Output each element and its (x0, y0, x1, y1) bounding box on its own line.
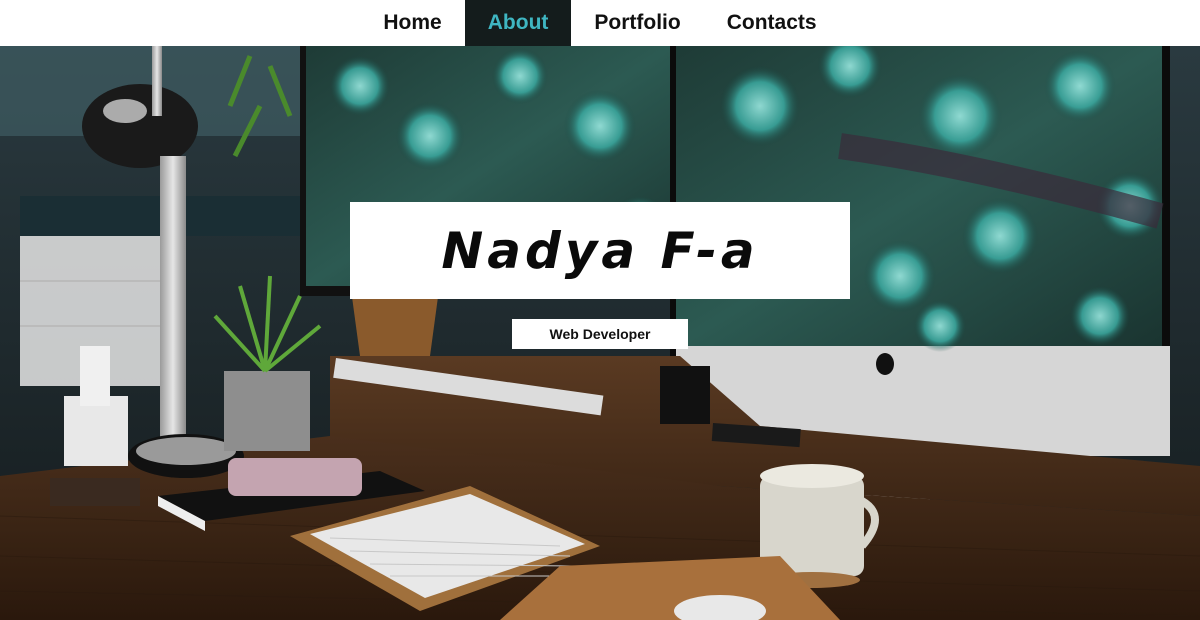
nav-contacts-link[interactable]: Contacts (704, 0, 840, 46)
hero-subtitle-box: Web Developer (512, 319, 688, 349)
nav-about-link[interactable]: About (464, 0, 572, 46)
hero-subtitle: Web Developer (549, 326, 651, 342)
nav-home-link[interactable]: Home (360, 0, 464, 46)
hero-title: Nadya F-a (441, 221, 759, 280)
top-navigation: Home About Portfolio Contacts (0, 0, 1200, 46)
hero-section: Nadya F-a Web Developer (0, 46, 1200, 620)
nav-portfolio-link[interactable]: Portfolio (571, 0, 703, 46)
hero-title-box: Nadya F-a (350, 202, 850, 299)
